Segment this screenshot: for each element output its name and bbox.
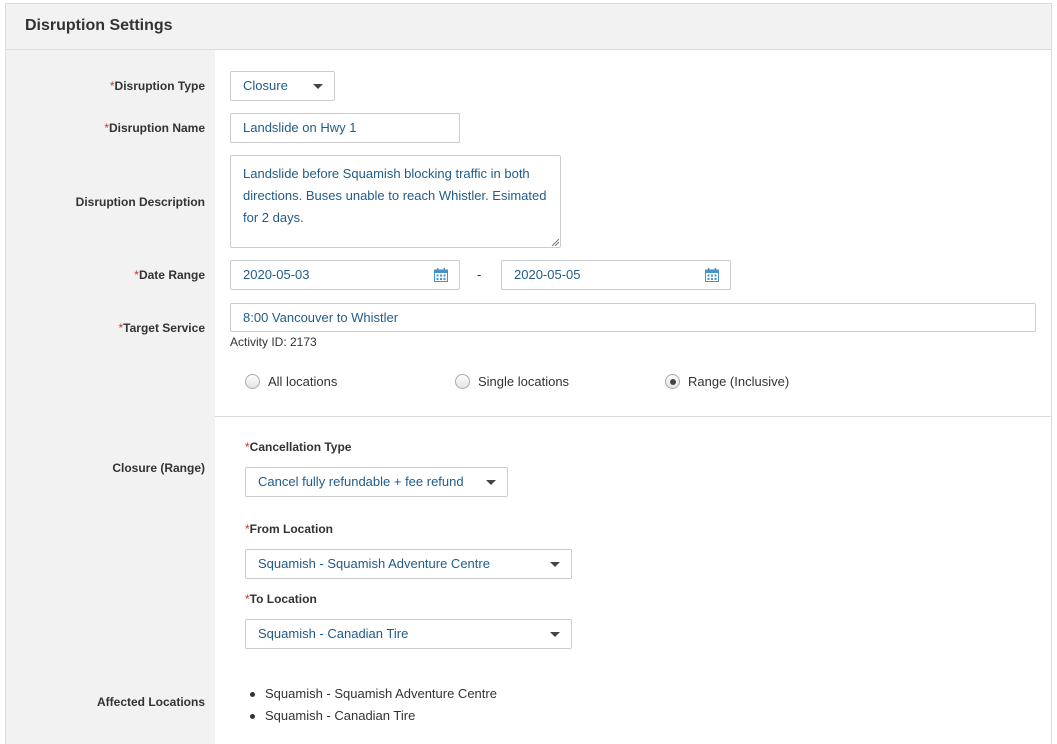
- disruption-type-select[interactable]: Closure: [230, 71, 335, 101]
- select-value: Squamish - Squamish Adventure Centre: [258, 556, 490, 571]
- from-location-select[interactable]: Squamish - Squamish Adventure Centre: [245, 549, 572, 579]
- cancellation-type-label: *Cancellation Type: [245, 440, 351, 454]
- chevron-down-icon: [486, 480, 496, 485]
- select-value: Closure: [243, 78, 288, 93]
- calendar-icon[interactable]: [434, 268, 448, 282]
- to-location-select[interactable]: Squamish - Canadian Tire: [245, 619, 572, 649]
- label-text: From Location: [249, 522, 334, 536]
- label-text: Disruption Type: [114, 79, 205, 93]
- chevron-down-icon: [550, 562, 560, 567]
- radio-label: All locations: [268, 374, 338, 389]
- chevron-down-icon: [550, 632, 560, 637]
- panel-title: Disruption Settings: [25, 17, 173, 34]
- affected-locations-label: Affected Locations: [96, 695, 205, 709]
- label-column: [6, 50, 215, 744]
- radio-range-inclusive[interactable]: Range (Inclusive): [665, 374, 789, 389]
- input-value: 2020-05-03: [243, 267, 310, 282]
- calendar-icon[interactable]: [705, 268, 719, 282]
- label-text: Disruption Name: [108, 121, 205, 135]
- section-divider: [215, 416, 1051, 417]
- from-location-label: *From Location: [245, 522, 333, 536]
- input-value: 8:00 Vancouver to Whistler: [243, 310, 399, 325]
- resize-handle-icon[interactable]: [551, 238, 559, 246]
- disruption-name-label: *Disruption Name: [104, 121, 205, 135]
- disruption-type-label: *Disruption Type: [110, 79, 205, 93]
- start-date-input[interactable]: 2020-05-03: [230, 260, 460, 290]
- label-text: To Location: [249, 592, 317, 606]
- radio-button[interactable]: [245, 374, 260, 389]
- disruption-description-label: Disruption Description: [76, 195, 205, 209]
- list-item: Squamish - Canadian Tire: [250, 705, 497, 727]
- label-text: Target Service: [123, 321, 205, 335]
- closure-range-label: Closure (Range): [112, 461, 205, 475]
- select-value: Squamish - Canadian Tire: [258, 626, 409, 641]
- radio-all-locations[interactable]: All locations: [245, 374, 337, 389]
- date-range-label: *Date Range: [134, 268, 205, 282]
- activity-id-text: Activity ID: 2173: [230, 335, 317, 349]
- affected-locations-list: Squamish - Squamish Adventure Centre Squ…: [250, 683, 497, 727]
- target-service-input[interactable]: 8:00 Vancouver to Whistler: [230, 303, 1036, 332]
- disruption-description-textarea[interactable]: Landslide before Squamish blocking traff…: [230, 155, 561, 248]
- panel-header: Disruption Settings: [6, 4, 1051, 50]
- radio-button[interactable]: [455, 374, 470, 389]
- list-item: Squamish - Squamish Adventure Centre: [250, 683, 497, 705]
- radio-single-locations[interactable]: Single locations: [455, 374, 569, 389]
- label-text: Date Range: [138, 268, 205, 282]
- radio-button-selected[interactable]: [665, 374, 680, 389]
- select-value: Cancel fully refundable + fee refund: [258, 474, 464, 489]
- textarea-value: Landslide before Squamish blocking traff…: [243, 166, 547, 225]
- radio-label: Range (Inclusive): [688, 374, 790, 389]
- target-service-label: *Target Service: [119, 321, 206, 335]
- disruption-name-input[interactable]: Landslide on Hwy 1: [230, 113, 460, 143]
- chevron-down-icon: [313, 84, 323, 89]
- end-date-input[interactable]: 2020-05-05: [501, 260, 731, 290]
- label-text: Disruption Description: [75, 195, 205, 209]
- date-range-separator: -: [477, 267, 482, 282]
- input-value: 2020-05-05: [514, 267, 581, 282]
- label-text: Cancellation Type: [249, 440, 352, 454]
- radio-label: Single locations: [478, 374, 570, 389]
- cancellation-type-select[interactable]: Cancel fully refundable + fee refund: [245, 467, 508, 497]
- to-location-label: *To Location: [245, 592, 317, 606]
- input-value: Landslide on Hwy 1: [243, 120, 357, 135]
